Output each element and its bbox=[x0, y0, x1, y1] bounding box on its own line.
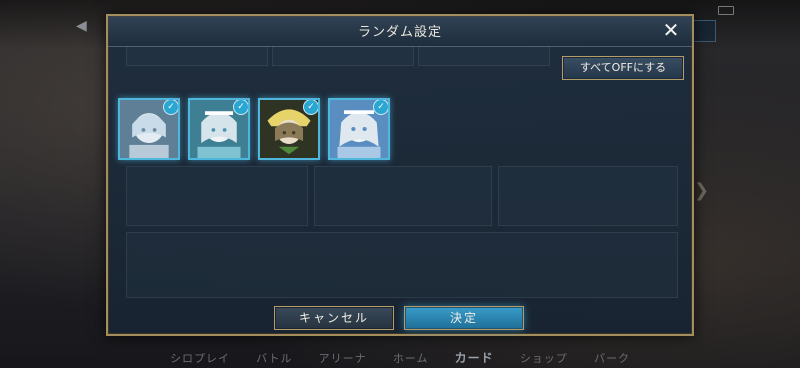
check-icon: ✓ bbox=[233, 100, 248, 115]
character-card[interactable]: ✓ bbox=[328, 98, 390, 160]
check-icon: ✓ bbox=[163, 100, 178, 115]
nav-item-home[interactable]: ホーム bbox=[393, 350, 429, 366]
nav-item-arena[interactable]: アリーナ bbox=[319, 350, 367, 366]
ghost-panel bbox=[126, 166, 308, 226]
all-off-button[interactable]: すべてOFFにする bbox=[562, 56, 684, 80]
next-arrow-icon[interactable]: ❯ bbox=[694, 180, 709, 201]
cancel-button[interactable]: キャンセル bbox=[274, 306, 394, 330]
nav-item-shop[interactable]: ショップ bbox=[520, 350, 568, 366]
card-list: ✓ ✓ ✓ ✓ bbox=[118, 98, 390, 162]
check-icon: ✓ bbox=[373, 100, 388, 115]
nav-item-solo-play[interactable]: シロプレイ bbox=[170, 350, 230, 366]
ghost-tab bbox=[272, 46, 414, 66]
back-arrow-icon[interactable]: ◀ bbox=[76, 18, 87, 34]
ghost-tab bbox=[126, 46, 268, 66]
battery-icon bbox=[718, 6, 734, 15]
bottom-navigation: シロプレイ バトル アリーナ ホーム カード ショップ パーク bbox=[170, 336, 630, 366]
ghost-panel bbox=[498, 166, 678, 226]
game-screen: ◀ ❯ シロプレイ バトル アリーナ ホーム カード ショップ パーク ランダム… bbox=[0, 0, 800, 368]
nav-item-park[interactable]: パーク bbox=[594, 350, 630, 366]
close-icon[interactable]: ✕ bbox=[660, 19, 682, 41]
ghost-panel bbox=[314, 166, 492, 226]
ghost-tab bbox=[418, 46, 550, 66]
dialog-title: ランダム設定 bbox=[357, 25, 442, 40]
dialog-footer: キャンセル 決定 bbox=[274, 306, 524, 330]
confirm-button[interactable]: 決定 bbox=[404, 306, 524, 330]
character-card[interactable]: ✓ bbox=[258, 98, 320, 160]
ghost-panel bbox=[126, 232, 678, 298]
dialog-header: ランダム設定 ✕ bbox=[108, 16, 692, 47]
character-card[interactable]: ✓ bbox=[118, 98, 180, 160]
nav-item-battle[interactable]: バトル bbox=[256, 350, 292, 366]
character-card[interactable]: ✓ bbox=[188, 98, 250, 160]
nav-item-card[interactable]: カード bbox=[455, 349, 494, 366]
random-settings-dialog: ランダム設定 ✕ すべてOFFにする ✓ ✓ ✓ ✓ キャンセル 決定 bbox=[106, 14, 694, 336]
check-icon: ✓ bbox=[303, 100, 318, 115]
